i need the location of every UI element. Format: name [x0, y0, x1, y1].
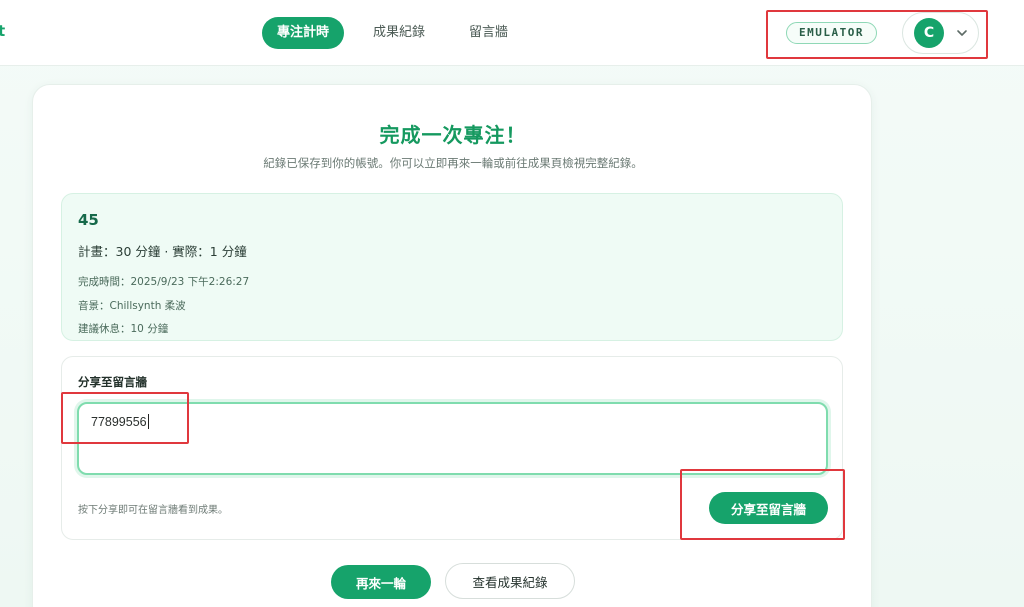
music-text: 音景：Chillsynth 柔波	[78, 300, 186, 312]
share-message-input[interactable]: 77899556	[77, 402, 828, 475]
nav-tab-focus-timer[interactable]: 專注計時	[262, 17, 345, 49]
focus-minutes: 45	[78, 211, 99, 229]
page-subtitle: 紀錄已保存到你的帳號。你可以立即再來一輪或前往成果頁檢視完整紀錄。	[263, 156, 643, 170]
session-summary: 45 計畫：30 分鐘 · 實際：1 分鐘 完成時間：2025/9/23 下午2…	[61, 193, 843, 341]
main-nav: 專注計時 成果紀錄 留言牆	[262, 17, 537, 49]
nav-tab-records[interactable]: 成果紀錄	[358, 17, 440, 49]
avatar: C	[914, 18, 944, 48]
share-label: 分享至留言牆	[78, 375, 147, 389]
chevron-down-icon	[957, 30, 967, 36]
emulator-badge: EMULATOR	[786, 22, 877, 44]
plan-actual-text: 計畫：30 分鐘 · 實際：1 分鐘	[78, 244, 247, 259]
completed-time-text: 完成時間：2025/9/23 下午2:26:27	[78, 276, 250, 288]
user-menu-button[interactable]: C	[902, 12, 979, 54]
share-to-wall-button[interactable]: 分享至留言牆	[709, 492, 828, 524]
brand-logo-fragment[interactable]: t	[0, 22, 5, 40]
completion-card: 完成一次專注！ 紀錄已保存到你的帳號。你可以立即再來一輪或前往成果頁檢視完整紀錄…	[32, 84, 872, 607]
text-caret	[147, 414, 149, 429]
share-section: 分享至留言牆 77899556 按下分享即可在留言牆看到成果。 分享至留言牆	[61, 356, 843, 540]
share-hint: 按下分享即可在留言牆看到成果。	[78, 505, 228, 516]
top-bar: t 專注計時 成果紀錄 留言牆 EMULATOR C	[0, 0, 1024, 66]
nav-tab-message-wall[interactable]: 留言牆	[454, 17, 523, 49]
page-title: 完成一次專注！	[379, 123, 527, 147]
break-suggestion-text: 建議休息：10 分鐘	[78, 323, 169, 335]
view-records-button[interactable]: 查看成果紀錄	[445, 563, 575, 599]
share-input-value: 77899556	[91, 414, 149, 429]
start-again-button[interactable]: 再來一輪	[331, 565, 431, 599]
